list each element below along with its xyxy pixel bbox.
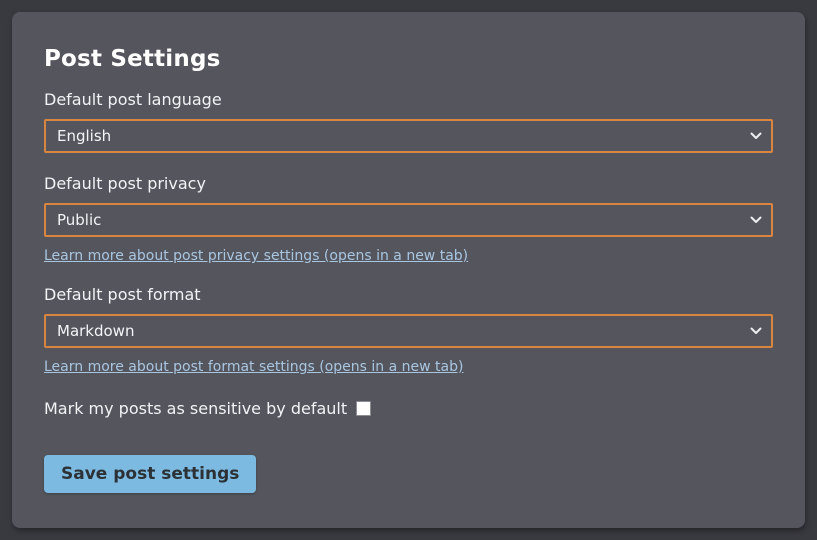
language-select-wrap: English: [44, 119, 773, 153]
format-label: Default post format: [44, 285, 773, 304]
privacy-learn-more-link[interactable]: Learn more about post privacy settings (…: [44, 248, 468, 264]
sensitive-checkbox[interactable]: [356, 401, 371, 416]
language-label: Default post language: [44, 90, 773, 109]
post-settings-panel: Post Settings Default post language Engl…: [12, 12, 805, 528]
sensitive-row: Mark my posts as sensitive by default: [44, 399, 773, 418]
format-select[interactable]: Markdown: [44, 314, 773, 348]
page-title: Post Settings: [44, 46, 773, 72]
privacy-select[interactable]: Public: [44, 203, 773, 237]
format-select-wrap: Markdown: [44, 314, 773, 348]
language-select[interactable]: English: [44, 119, 773, 153]
privacy-select-wrap: Public: [44, 203, 773, 237]
privacy-label: Default post privacy: [44, 174, 773, 193]
format-learn-more-link[interactable]: Learn more about post format settings (o…: [44, 359, 463, 375]
save-post-settings-button[interactable]: Save post settings: [44, 455, 256, 493]
sensitive-label: Mark my posts as sensitive by default: [44, 399, 347, 418]
